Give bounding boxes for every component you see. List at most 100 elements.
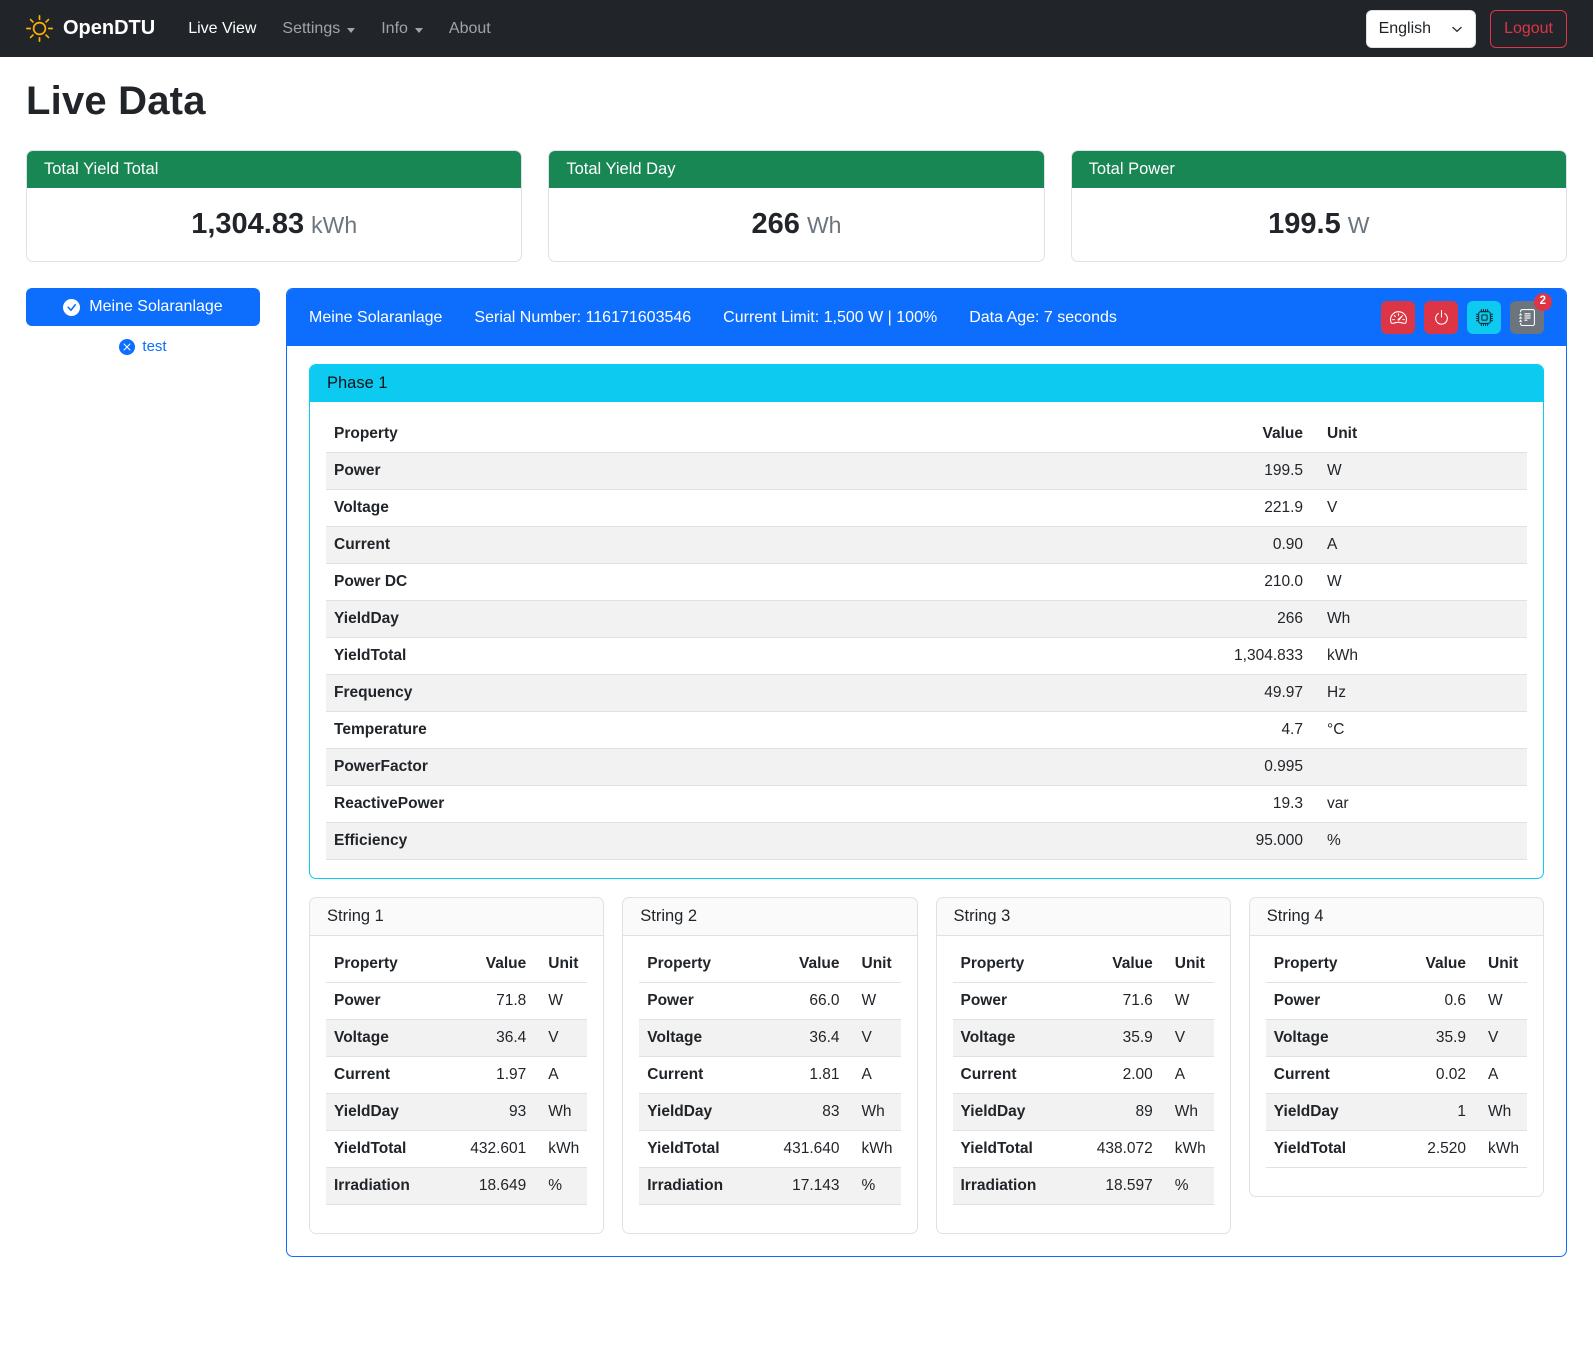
property-cell: Efficiency xyxy=(326,823,915,860)
table-header-row: Property Value Unit xyxy=(953,946,1214,983)
logout-button[interactable]: Logout xyxy=(1490,10,1567,48)
string-card-body: Property Value Unit Power66.0WVoltage36.… xyxy=(623,936,916,1233)
card-title: Total Yield Day xyxy=(549,151,1043,188)
table-body: Power71.6WVoltage35.9VCurrent2.00AYieldD… xyxy=(953,983,1214,1205)
nav-link-settings[interactable]: Settings xyxy=(269,12,368,46)
table-row: YieldDay1Wh xyxy=(1266,1094,1527,1131)
unit-cell xyxy=(1311,749,1527,786)
property-cell: Power xyxy=(639,983,756,1020)
inverter-card: Meine Solaranlage Serial Number: 1161716… xyxy=(286,288,1567,1257)
sidebar-item-meine-solaranlage[interactable]: Meine Solaranlage xyxy=(26,288,260,326)
string-table: Property Value Unit Power66.0WVoltage36.… xyxy=(639,946,900,1205)
property-cell: Voltage xyxy=(326,1020,443,1057)
property-cell: Irradiation xyxy=(953,1168,1070,1205)
value-cell: 0.995 xyxy=(915,749,1311,786)
string-table: Property Value Unit Power71.6WVoltage35.… xyxy=(953,946,1214,1205)
table-header-row: Property Value Unit xyxy=(639,946,900,983)
inverter-sidebar: Meine Solaranlage test xyxy=(26,288,260,355)
value-cell: 35.9 xyxy=(1393,1020,1474,1057)
string-card-body: Property Value Unit Power71.6WVoltage35.… xyxy=(937,936,1230,1233)
card-title: Total Power xyxy=(1072,151,1566,188)
card-unit: kWh xyxy=(311,212,357,238)
brand-label: OpenDTU xyxy=(63,17,155,40)
value-cell: 4.7 xyxy=(915,712,1311,749)
inverter-limit: Current Limit: 1,500 W | 100% xyxy=(723,309,937,327)
value-cell: 18.597 xyxy=(1069,1168,1161,1205)
value-cell: 266 xyxy=(915,601,1311,638)
property-cell: ReactivePower xyxy=(326,786,915,823)
property-cell: YieldTotal xyxy=(326,1131,443,1168)
card-unit: W xyxy=(1348,212,1370,238)
nav-link-live-view[interactable]: Live View xyxy=(175,12,269,46)
unit-cell: W xyxy=(1311,453,1527,490)
table-row: Voltage221.9V xyxy=(326,490,1527,527)
property-cell: YieldDay xyxy=(326,601,915,638)
inverter-card-header: Meine Solaranlage Serial Number: 1161716… xyxy=(287,289,1566,346)
property-cell: YieldTotal xyxy=(639,1131,756,1168)
value-cell: 83 xyxy=(756,1094,848,1131)
sidebar-item-test[interactable]: test xyxy=(26,338,260,355)
nav-link-info-label: Info xyxy=(381,20,408,38)
table-header: Property Value Unit xyxy=(326,946,587,983)
table-row: YieldTotal1,304.833kWh xyxy=(326,638,1527,675)
value-cell: 438.072 xyxy=(1069,1131,1161,1168)
nav-link-info[interactable]: Info xyxy=(368,12,436,46)
value-cell: 1.81 xyxy=(756,1057,848,1094)
property-cell: Power xyxy=(326,453,915,490)
unit-cell: A xyxy=(848,1057,901,1094)
unit-cell: % xyxy=(1311,823,1527,860)
unit-cell: W xyxy=(848,983,901,1020)
event-log-button[interactable]: 2 xyxy=(1510,301,1544,334)
table-row: YieldTotal432.601kWh xyxy=(326,1131,587,1168)
power-toggle-button[interactable] xyxy=(1424,301,1458,334)
value-cell: 1,304.833 xyxy=(915,638,1311,675)
table-header: Property Value Unit xyxy=(953,946,1214,983)
value-cell: 1.97 xyxy=(443,1057,535,1094)
value-cell: 0.90 xyxy=(915,527,1311,564)
limit-settings-button[interactable] xyxy=(1381,301,1415,334)
nav-link-settings-label: Settings xyxy=(282,20,340,38)
property-cell: Power xyxy=(326,983,443,1020)
unit-cell: % xyxy=(848,1168,901,1205)
string-card-title: String 4 xyxy=(1250,898,1543,936)
unit-cell: A xyxy=(1311,527,1527,564)
string-3-card: String 3 Property Value Unit xyxy=(936,897,1231,1234)
value-cell: 431.640 xyxy=(756,1131,848,1168)
string-card-title: String 1 xyxy=(310,898,603,936)
event-count-badge: 2 xyxy=(1534,293,1552,311)
unit-cell: W xyxy=(1311,564,1527,601)
unit-cell: kWh xyxy=(1474,1131,1527,1168)
column-unit: Unit xyxy=(1474,946,1527,983)
table-row: YieldDay266Wh xyxy=(326,601,1527,638)
nav-link-about[interactable]: About xyxy=(436,12,504,46)
property-cell: YieldDay xyxy=(326,1094,443,1131)
brand-link[interactable]: OpenDTU xyxy=(26,15,155,42)
card-value: 266 xyxy=(752,208,800,240)
property-cell: Power DC xyxy=(326,564,915,601)
content-row: Meine Solaranlage test Meine Solaranlage… xyxy=(26,288,1567,1257)
unit-cell: W xyxy=(1474,983,1527,1020)
unit-cell: var xyxy=(1311,786,1527,823)
table-row: YieldTotal438.072kWh xyxy=(953,1131,1214,1168)
card-unit: Wh xyxy=(807,212,842,238)
table-row: Current2.00A xyxy=(953,1057,1214,1094)
sidebar-item-label: Meine Solaranlage xyxy=(89,298,222,316)
device-info-button[interactable] xyxy=(1467,301,1501,334)
table-row: Temperature4.7°C xyxy=(326,712,1527,749)
table-row: Power66.0W xyxy=(639,983,900,1020)
property-cell: Voltage xyxy=(326,490,915,527)
column-unit: Unit xyxy=(534,946,587,983)
unit-cell: kWh xyxy=(848,1131,901,1168)
value-cell: 17.143 xyxy=(756,1168,848,1205)
table-body: Power199.5WVoltage221.9VCurrent0.90APowe… xyxy=(326,453,1527,860)
table-row: ReactivePower19.3var xyxy=(326,786,1527,823)
property-cell: Current xyxy=(1266,1057,1393,1094)
property-cell: YieldTotal xyxy=(953,1131,1070,1168)
table-row: Current0.02A xyxy=(1266,1057,1527,1094)
unit-cell: A xyxy=(1161,1057,1214,1094)
table-row: Irradiation17.143% xyxy=(639,1168,900,1205)
unit-cell: kWh xyxy=(534,1131,587,1168)
unit-cell: V xyxy=(1474,1020,1527,1057)
language-select[interactable]: English xyxy=(1366,10,1476,48)
table-row: Voltage35.9V xyxy=(1266,1020,1527,1057)
